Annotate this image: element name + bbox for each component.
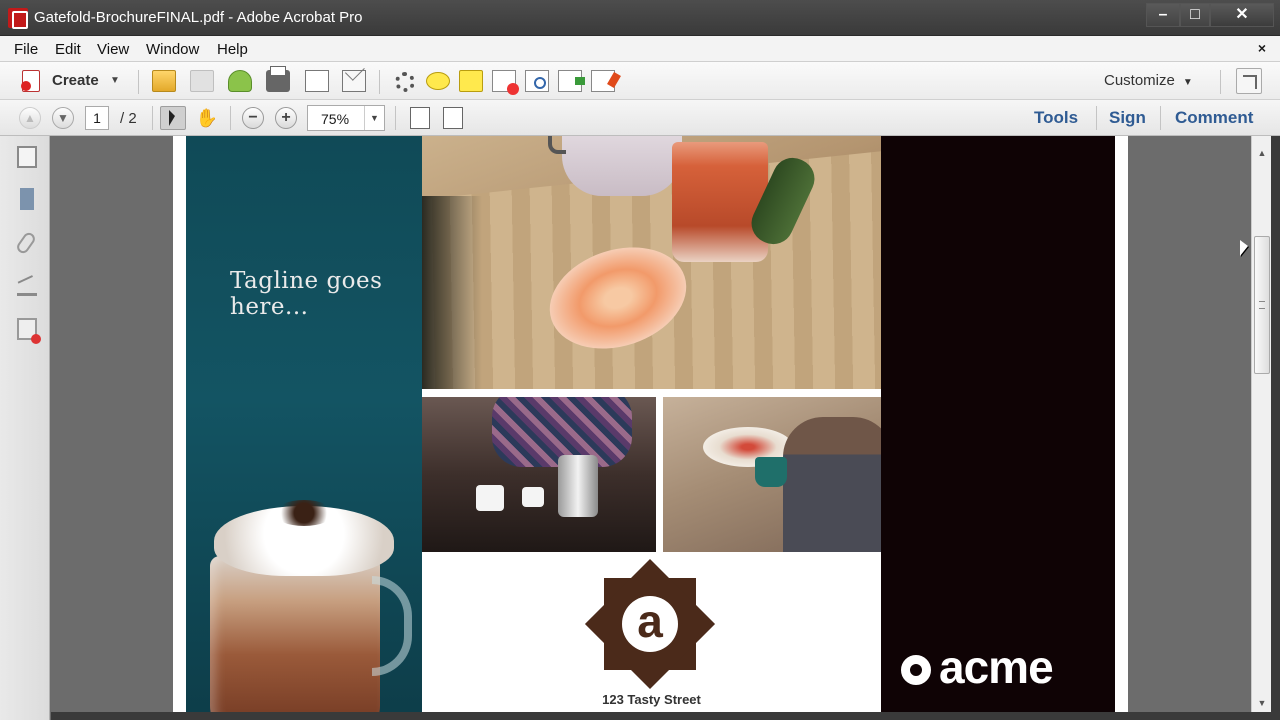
cloud-upload-icon[interactable] [228,70,252,92]
chevron-down-icon: ▼ [1182,77,1193,88]
gear-icon[interactable] [395,72,415,92]
sign-document-icon[interactable] [591,70,615,92]
chevron-down-icon[interactable]: ▼ [364,106,384,130]
mouse-cursor-icon [1240,240,1248,256]
scroll-down-arrow[interactable]: ▼ [1252,694,1272,712]
hot-chocolate-photo [204,500,412,712]
menu-bar: File Edit View Window Help × [0,36,1280,62]
print-icon[interactable] [266,66,290,92]
address-text: 123 Tasty Street [602,692,701,707]
toolbar-divider [1096,106,1097,130]
menu-view[interactable]: View [97,41,129,58]
acrobat-icon[interactable] [8,8,28,29]
email-icon[interactable] [342,70,366,92]
juice-photo [422,136,881,389]
create-button[interactable]: Create ▼ [14,68,122,94]
brochure-panel-right: acme [881,136,1115,712]
brand-wordmark: acme [901,640,1054,694]
hexagon-logo-icon [901,655,931,685]
scroll-up-arrow[interactable]: ▲ [1252,144,1272,162]
navigation-toolbar: ▲ ▼ 1 / 2 ✋ − + 75% ▼ Tools Sign Comment [0,100,1280,136]
select-tool-button[interactable] [160,106,186,130]
zoom-value: 75% [321,111,350,127]
document-properties-icon[interactable] [17,318,41,344]
window-border [1271,136,1280,720]
window-title: Gatefold-BrochureFINAL.pdf - Adobe Acrob… [34,9,363,26]
previous-page-button[interactable]: ▲ [19,107,41,129]
create-label: Create [52,72,99,89]
close-button[interactable]: ✕ [1210,3,1274,27]
toolbar-divider [138,70,139,94]
minimize-button[interactable]: – [1146,3,1180,27]
vertical-scrollbar[interactable]: ▲ ▼ [1251,136,1271,712]
brand-name: acme [939,641,1054,693]
sign-pane-link[interactable]: Sign [1109,108,1146,128]
maximize-button[interactable]: □ [1180,3,1210,27]
bookmarks-icon[interactable] [20,188,34,210]
menu-help[interactable]: Help [217,41,248,58]
page-total: / 2 [120,110,137,127]
signatures-icon[interactable] [17,274,37,296]
title-bar: Gatefold-BrochureFINAL.pdf - Adobe Acrob… [0,0,1280,36]
fit-page-icon[interactable] [410,107,430,129]
cafe-diner-photo [663,397,881,552]
menu-edit[interactable]: Edit [55,41,81,58]
toolbar-divider [379,70,380,94]
toolbar-divider [1220,70,1221,94]
save-icon[interactable] [190,70,214,92]
coffee-table-photo [422,397,656,552]
create-pdf-icon [21,70,40,92]
zoom-out-button[interactable]: − [242,107,264,129]
hand-tool-icon[interactable]: ✋ [195,106,219,130]
toolbar-divider [152,106,153,130]
open-folder-icon[interactable] [152,70,176,92]
toolbar-divider [395,106,396,130]
navigation-pane [0,136,50,720]
logo-letter: a [637,595,663,647]
toolbar-divider [230,106,231,130]
next-page-button[interactable]: ▼ [52,107,74,129]
customize-label: Customize [1104,72,1175,89]
pdf-page: Tagline goes here... a 123 Tasty Street … [173,136,1128,712]
cursor-arrow-icon [169,110,175,126]
attachments-icon[interactable] [14,230,38,256]
tools-pane-link[interactable]: Tools [1034,108,1078,128]
toolbar-divider [1160,106,1161,130]
zoom-in-button[interactable]: + [275,107,297,129]
chevron-down-icon: ▼ [110,75,120,86]
search-document-icon[interactable] [525,70,549,92]
page-thumbnails-icon[interactable] [17,146,37,168]
main-toolbar: Create ▼ Customize ▼ [0,62,1280,100]
highlight-icon[interactable] [459,70,483,92]
close-document-button[interactable]: × [1258,40,1266,56]
scroll-thumb[interactable] [1254,236,1270,374]
page-number-input[interactable]: 1 [85,106,109,130]
brochure-panel-left: Tagline goes here... [186,136,422,712]
brand-logo-icon: a [584,558,716,690]
menu-window[interactable]: Window [146,41,199,58]
redact-icon[interactable] [492,70,519,95]
expand-icon[interactable] [1236,68,1262,94]
menu-file[interactable]: File [14,41,38,58]
comment-bubble-icon[interactable] [426,72,450,90]
edit-document-icon[interactable] [305,70,329,92]
comment-pane-link[interactable]: Comment [1175,108,1253,128]
export-icon[interactable] [558,70,585,92]
address-panel: a 123 Tasty Street [422,552,881,712]
document-canvas[interactable]: Tagline goes here... a 123 Tasty Street … [51,136,1251,712]
zoom-select[interactable]: 75% ▼ [307,105,385,131]
full-screen-icon[interactable] [443,107,463,129]
window-border [51,712,1280,720]
tagline-text: Tagline goes here... [230,268,383,320]
customize-button[interactable]: Customize ▼ [1104,72,1193,89]
